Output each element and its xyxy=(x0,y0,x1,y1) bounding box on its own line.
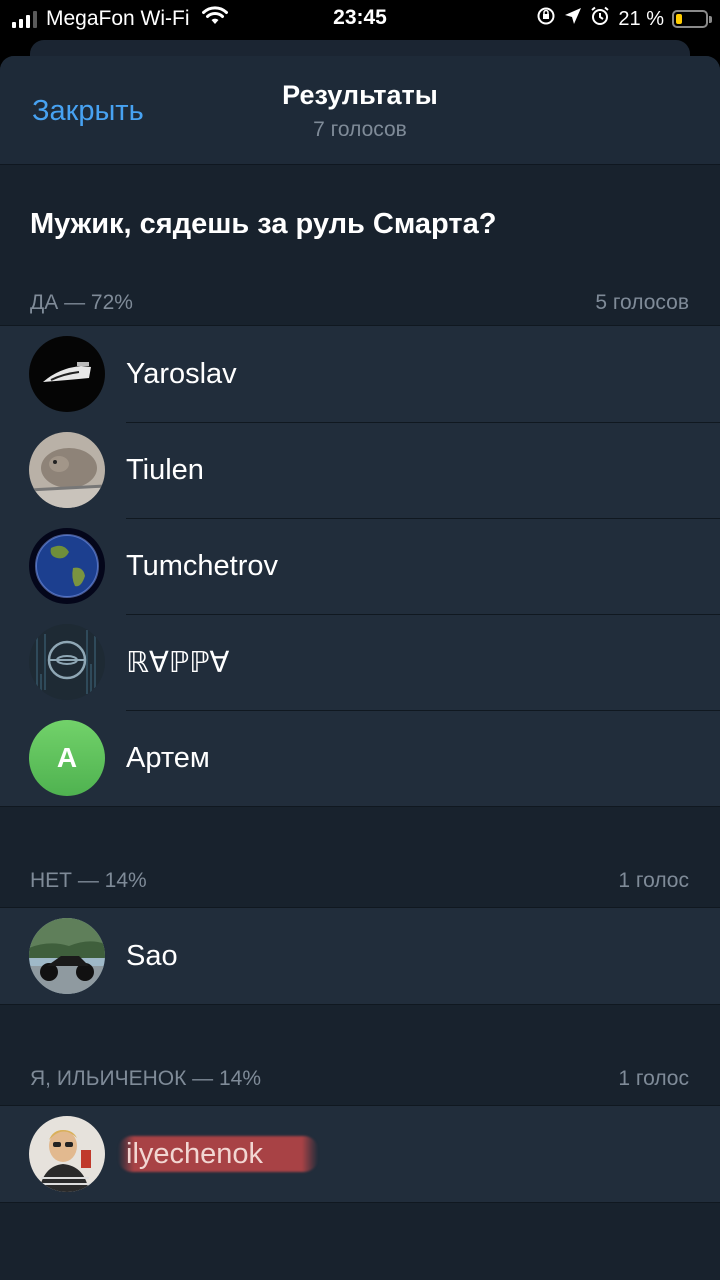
seal-avatar xyxy=(29,432,105,508)
option-header: ДА — 72% 5 голосов xyxy=(0,281,720,325)
voter-row[interactable]: Sao xyxy=(0,908,720,1004)
initial-avatar: А xyxy=(29,720,105,796)
earth-avatar xyxy=(29,528,105,604)
voter-row[interactable]: Tumchetrov xyxy=(0,518,720,614)
orientation-lock-icon xyxy=(536,6,556,32)
option-header: НЕТ — 14% 1 голос xyxy=(0,855,720,907)
voter-row[interactable]: А Артем xyxy=(0,710,720,806)
voter-name: Sao xyxy=(126,939,178,972)
status-bar: MegaFon Wi-Fi 23:45 21 % xyxy=(0,0,720,40)
option-label: Я, ИЛЬИЧЕНОК — 14% xyxy=(30,1067,262,1090)
logo-avatar xyxy=(29,624,105,700)
voter-row[interactable]: ilyechenok xyxy=(0,1106,720,1202)
selfie-avatar xyxy=(29,1116,105,1192)
option-count: 1 голос xyxy=(618,1067,689,1090)
voter-list: Yaroslav Tiulen Tumchetrov ℝ∀ℙℙ∀ А Артем xyxy=(0,325,720,807)
voter-list: ilyechenok xyxy=(0,1105,720,1203)
battery-icon xyxy=(672,10,712,28)
voter-list: Sao xyxy=(0,907,720,1005)
navigation-bar: Закрыть Результаты 7 голосов xyxy=(0,56,720,165)
voter-name: Yaroslav xyxy=(126,357,237,390)
page-title: Результаты xyxy=(282,80,438,110)
voter-row[interactable]: ℝ∀ℙℙ∀ xyxy=(0,614,720,710)
battery-percent: 21 % xyxy=(618,7,664,30)
option-label: НЕТ — 14% xyxy=(30,869,147,892)
voter-row[interactable]: Tiulen xyxy=(0,422,720,518)
option-header: Я, ИЛЬИЧЕНОК — 14% 1 голос xyxy=(0,1053,720,1105)
option-label: ДА — 72% xyxy=(30,291,133,314)
poll-question: Мужик, сядешь за руль Смарта? xyxy=(30,208,497,240)
voter-row[interactable]: Yaroslav xyxy=(0,326,720,422)
voter-name: Артем xyxy=(126,741,210,774)
voter-name: Tiulen xyxy=(126,453,204,486)
alarm-icon xyxy=(590,6,610,32)
iron-avatar xyxy=(29,336,105,412)
option-count: 5 голосов xyxy=(595,291,689,314)
motorcycle-avatar xyxy=(29,918,105,994)
location-icon xyxy=(564,7,582,31)
vote-count: 7 голосов xyxy=(313,118,407,141)
option-count: 1 голос xyxy=(618,869,689,892)
voter-name: ilyechenok xyxy=(126,1137,264,1170)
avatar-initial: А xyxy=(56,742,78,773)
voter-name: Tumchetrov xyxy=(126,549,279,582)
voter-name: ℝ∀ℙℙ∀ xyxy=(126,646,230,679)
poll-results-sheet: Закрыть Результаты 7 голосов Мужик, сяде… xyxy=(0,56,720,1280)
